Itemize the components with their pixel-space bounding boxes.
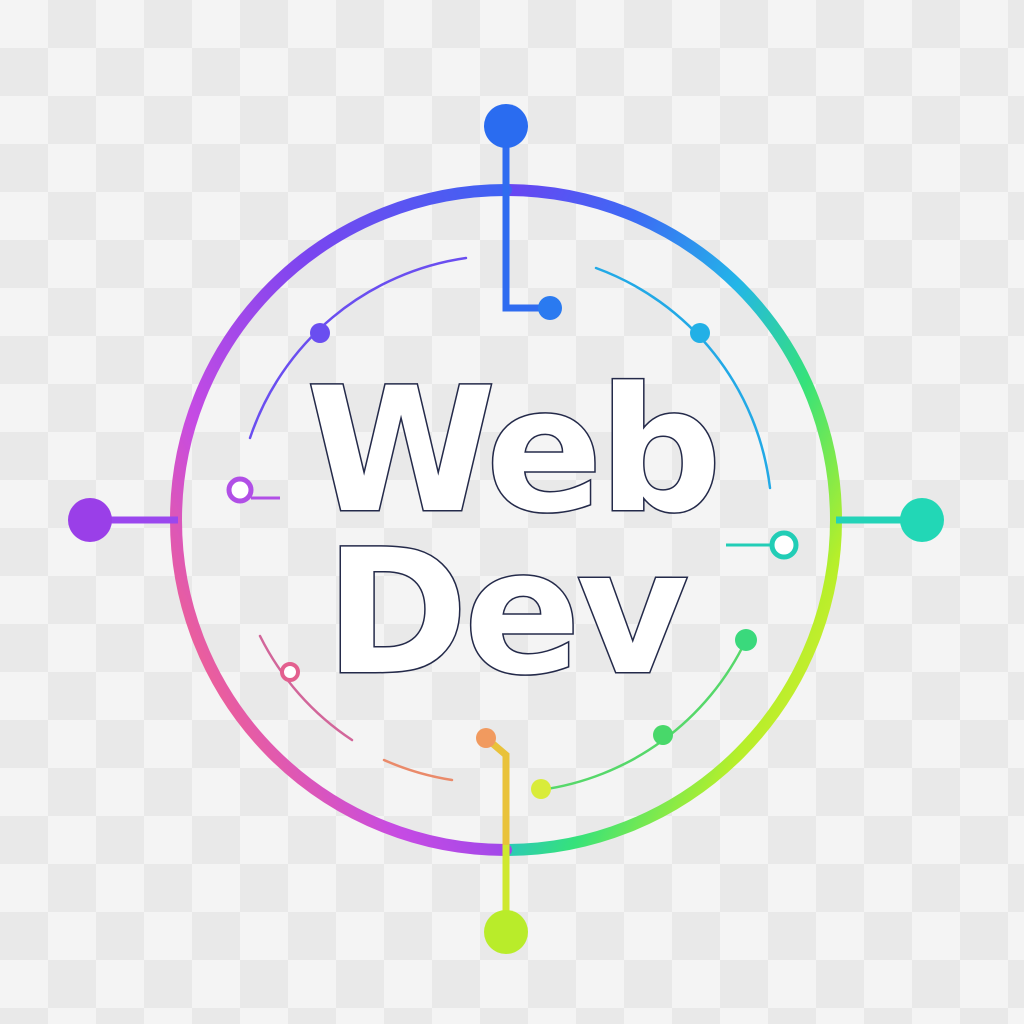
circuit-trace-icon xyxy=(502,196,562,320)
connector-node-icon xyxy=(68,498,112,542)
connector-node-icon xyxy=(484,910,528,954)
web-dev-logo: Web Dev xyxy=(68,104,944,954)
connector-node-icon xyxy=(484,104,528,148)
connector-top xyxy=(484,104,528,196)
connector-node-icon xyxy=(900,498,944,542)
ring-node-left xyxy=(226,476,280,504)
ring-node-right xyxy=(726,530,799,560)
logo-title-dev: Dev xyxy=(325,512,686,713)
connector-bottom xyxy=(484,845,528,954)
connector-right xyxy=(836,498,944,542)
logo-canvas: Web Dev xyxy=(0,0,1024,1024)
circuit-trace-icon xyxy=(476,728,510,845)
connector-left xyxy=(68,498,178,542)
